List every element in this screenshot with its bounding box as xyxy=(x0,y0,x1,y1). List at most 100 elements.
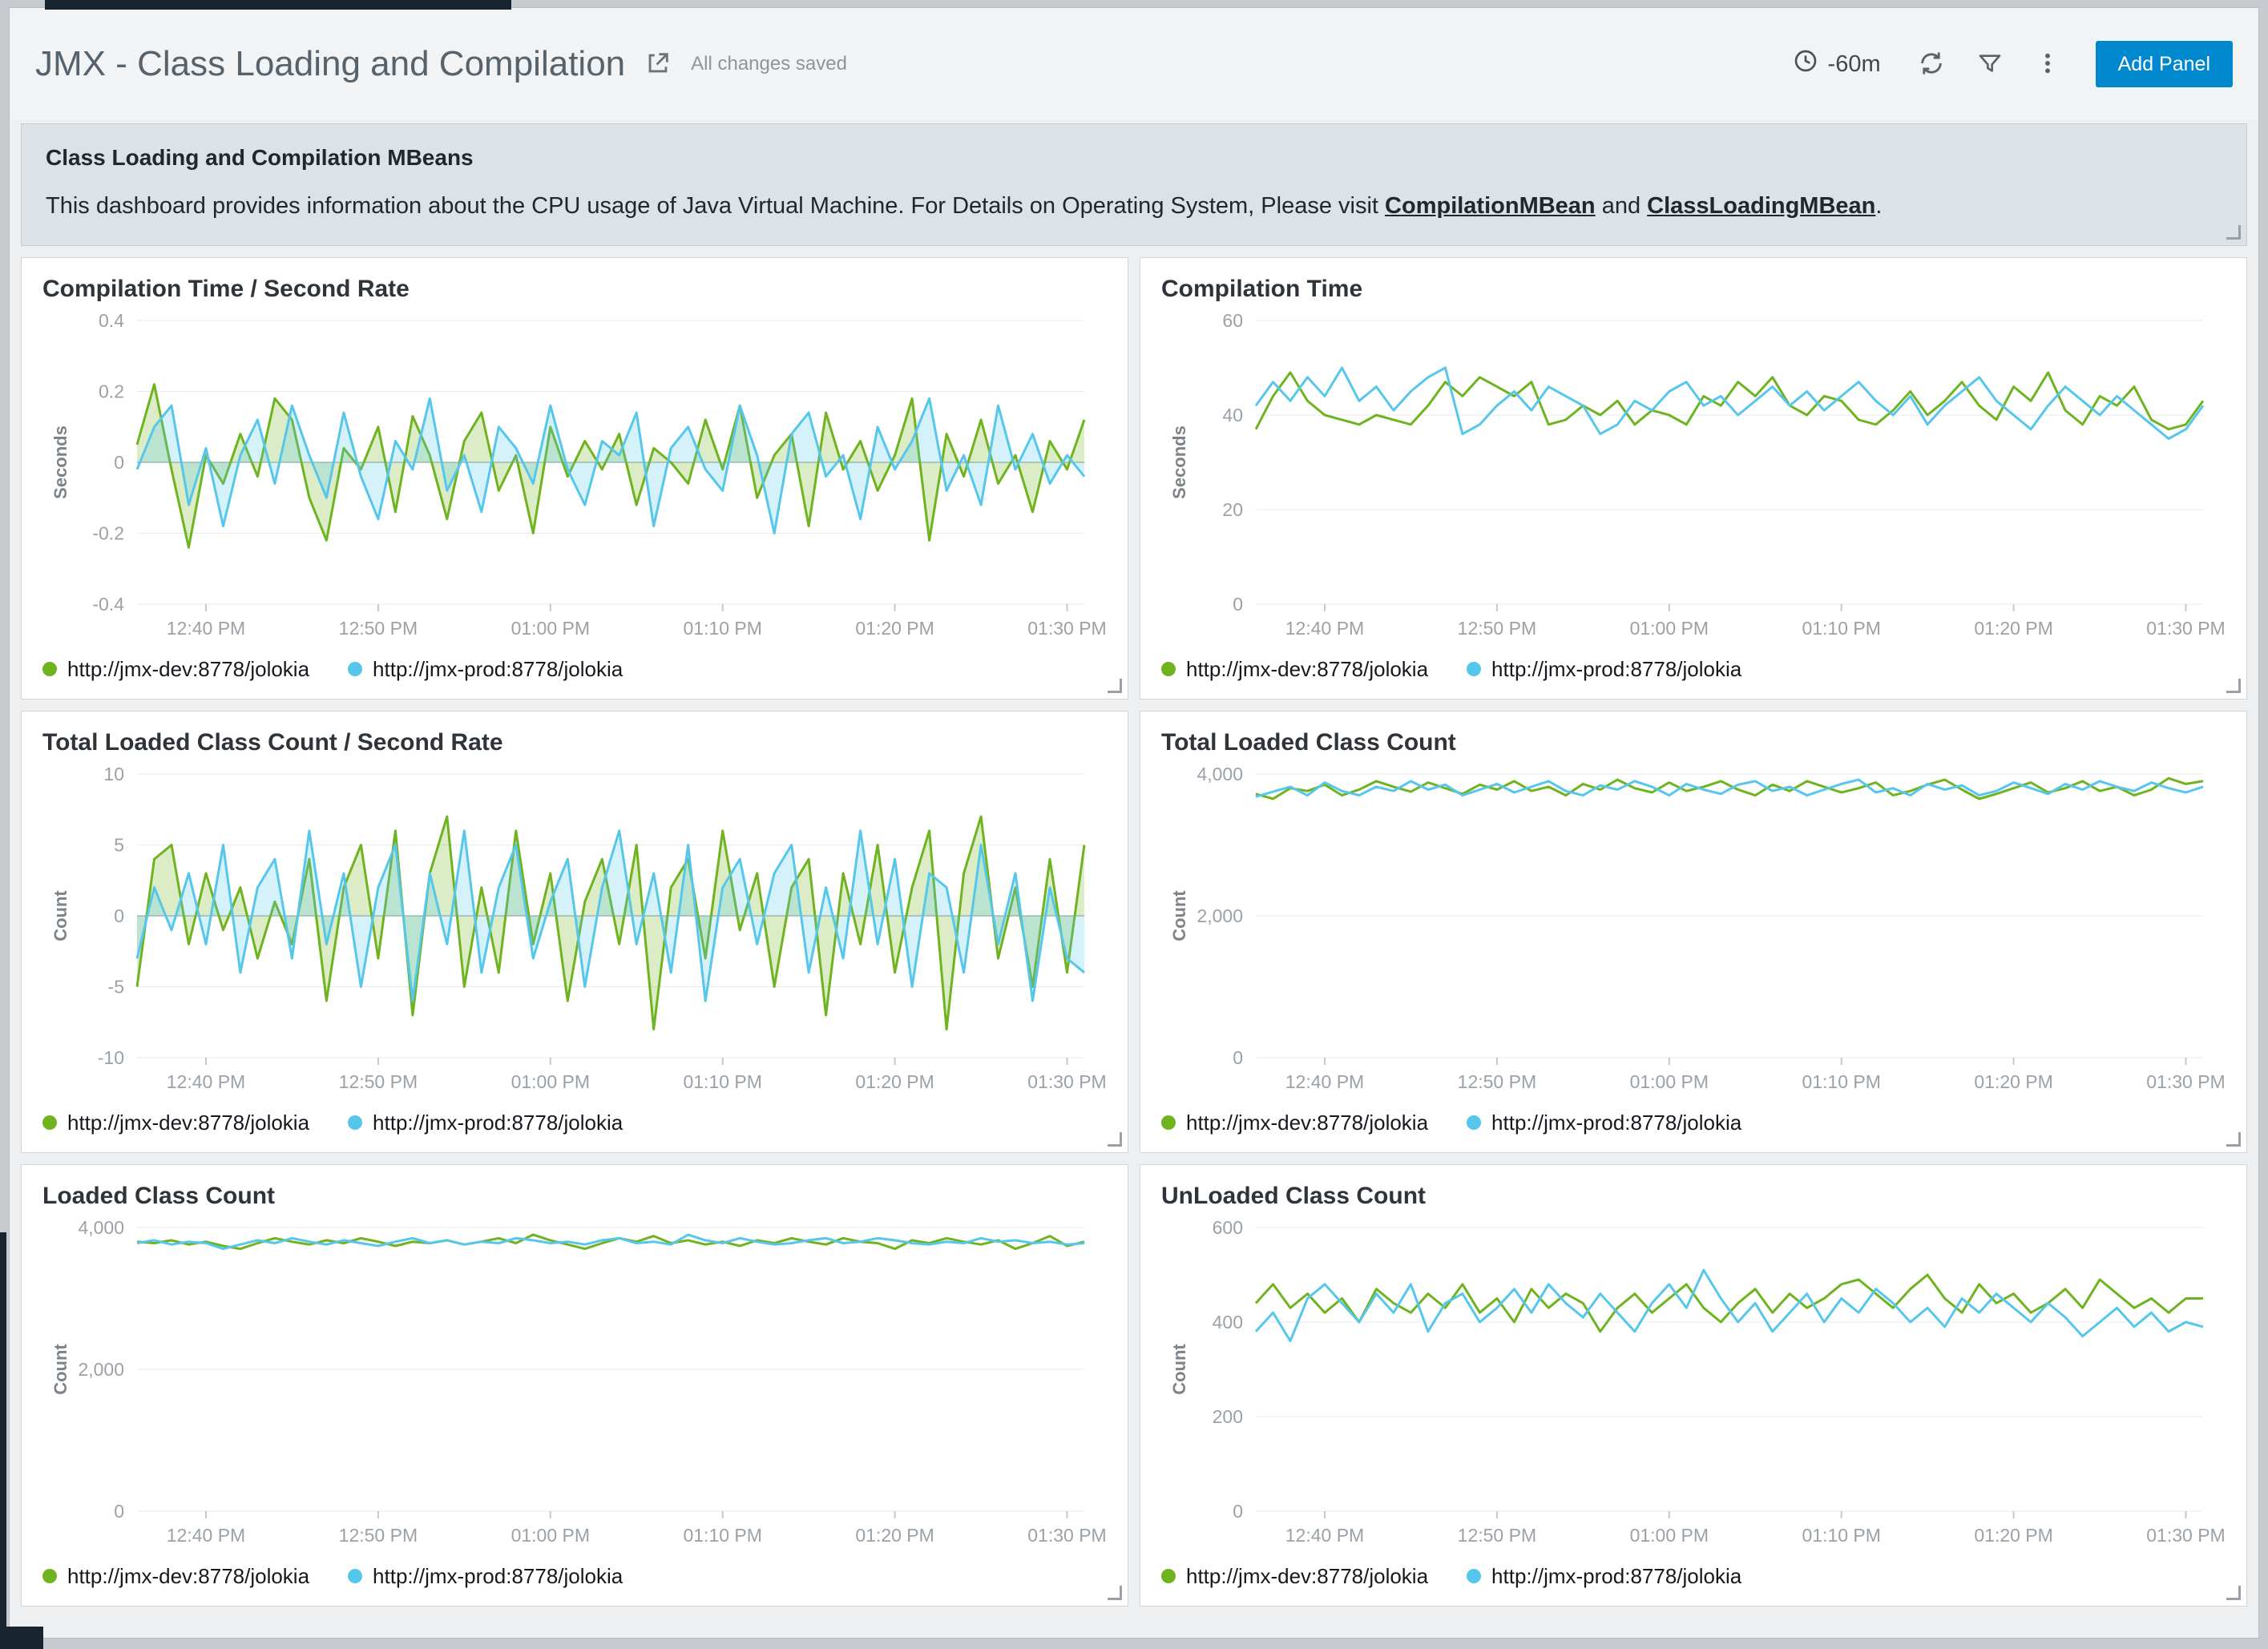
info-banner: Class Loading and Compilation MBeans Thi… xyxy=(21,123,2247,246)
series-color-dot xyxy=(1161,1569,1176,1583)
svg-text:01:30 PM: 01:30 PM xyxy=(2146,618,2225,639)
legend-item-prod[interactable]: http://jmx-prod:8778/jolokia xyxy=(348,1111,623,1135)
series-color-dot xyxy=(42,1569,57,1583)
svg-text:20: 20 xyxy=(1222,499,1243,520)
legend-item-dev[interactable]: http://jmx-dev:8778/jolokia xyxy=(42,657,309,682)
line-chart[interactable]: -0.4-0.200.20.412:40 PM12:50 PM01:00 PM0… xyxy=(42,306,1107,647)
legend-item-dev[interactable]: http://jmx-dev:8778/jolokia xyxy=(1161,1111,1428,1135)
svg-text:2,000: 2,000 xyxy=(1197,905,1243,926)
chart-legend: http://jmx-dev:8778/jolokia http://jmx-p… xyxy=(42,1101,1107,1144)
svg-text:12:40 PM: 12:40 PM xyxy=(1285,1525,1364,1546)
svg-text:01:00 PM: 01:00 PM xyxy=(1630,618,1709,639)
svg-text:01:10 PM: 01:10 PM xyxy=(1802,1525,1880,1546)
svg-text:Seconds: Seconds xyxy=(50,425,71,499)
series-color-dot xyxy=(1161,662,1176,676)
svg-text:01:30 PM: 01:30 PM xyxy=(2146,1525,2225,1546)
line-chart[interactable]: 020406012:40 PM12:50 PM01:00 PM01:10 PM0… xyxy=(1161,306,2226,647)
resize-handle[interactable] xyxy=(1108,1586,1122,1600)
svg-text:Count: Count xyxy=(1169,890,1189,941)
svg-text:12:40 PM: 12:40 PM xyxy=(1285,1071,1364,1092)
resize-handle[interactable] xyxy=(1108,1132,1122,1147)
svg-text:01:00 PM: 01:00 PM xyxy=(511,618,590,639)
panel-compilation-time: Compilation Time 020406012:40 PM12:50 PM… xyxy=(1140,257,2247,700)
svg-text:0.4: 0.4 xyxy=(99,310,124,331)
legend-item-prod[interactable]: http://jmx-prod:8778/jolokia xyxy=(348,657,623,682)
svg-text:01:20 PM: 01:20 PM xyxy=(855,1525,934,1546)
resize-handle[interactable] xyxy=(2226,1132,2241,1147)
svg-text:600: 600 xyxy=(1213,1217,1243,1238)
legend-item-dev[interactable]: http://jmx-dev:8778/jolokia xyxy=(1161,657,1428,682)
time-range-button[interactable]: -60m xyxy=(1788,47,1886,81)
svg-text:01:10 PM: 01:10 PM xyxy=(683,1071,761,1092)
banner-text-after: . xyxy=(1875,193,1882,219)
legend-label: http://jmx-dev:8778/jolokia xyxy=(1186,657,1428,682)
svg-text:01:10 PM: 01:10 PM xyxy=(1802,618,1880,639)
resize-handle[interactable] xyxy=(2226,1586,2241,1600)
series-color-dot xyxy=(42,662,57,676)
svg-text:01:10 PM: 01:10 PM xyxy=(683,618,761,639)
svg-text:0: 0 xyxy=(1233,1047,1243,1068)
panel-unloaded-class-count: UnLoaded Class Count 020040060012:40 PM1… xyxy=(1140,1164,2247,1607)
share-dashboard-button[interactable] xyxy=(644,50,672,79)
legend-item-prod[interactable]: http://jmx-prod:8778/jolokia xyxy=(1467,1564,1741,1589)
resize-handle[interactable] xyxy=(2226,679,2241,693)
line-chart[interactable]: -10-5051012:40 PM12:50 PM01:00 PM01:10 P… xyxy=(42,760,1107,1101)
legend-item-prod[interactable]: http://jmx-prod:8778/jolokia xyxy=(348,1564,623,1589)
legend-label: http://jmx-dev:8778/jolokia xyxy=(67,1111,309,1135)
svg-text:0: 0 xyxy=(1233,1501,1243,1522)
legend-item-prod[interactable]: http://jmx-prod:8778/jolokia xyxy=(1467,657,1741,682)
series-color-dot xyxy=(348,1115,362,1130)
svg-text:01:30 PM: 01:30 PM xyxy=(2146,1071,2225,1092)
svg-text:12:40 PM: 12:40 PM xyxy=(1285,618,1364,639)
svg-text:01:00 PM: 01:00 PM xyxy=(1630,1071,1709,1092)
svg-text:01:20 PM: 01:20 PM xyxy=(855,1071,934,1092)
legend-item-dev[interactable]: http://jmx-dev:8778/jolokia xyxy=(1161,1564,1428,1589)
panel-loaded-class-count: Loaded Class Count 02,0004,00012:40 PM12… xyxy=(21,1164,1128,1607)
resize-handle[interactable] xyxy=(1108,679,1122,693)
app-edge-artifact-top xyxy=(45,0,511,10)
classloading-mbean-link[interactable]: ClassLoadingMBean xyxy=(1647,193,1875,219)
compilation-mbean-link[interactable]: CompilationMBean xyxy=(1385,193,1596,219)
legend-item-dev[interactable]: http://jmx-dev:8778/jolokia xyxy=(42,1111,309,1135)
banner-text-between: and xyxy=(1596,193,1648,219)
legend-label: http://jmx-dev:8778/jolokia xyxy=(67,657,309,682)
svg-text:0: 0 xyxy=(114,905,124,926)
export-icon xyxy=(644,50,672,79)
svg-text:01:30 PM: 01:30 PM xyxy=(1027,1525,1106,1546)
line-chart[interactable]: 02,0004,00012:40 PM12:50 PM01:00 PM01:10… xyxy=(42,1213,1107,1554)
panel-title: Total Loaded Class Count xyxy=(1161,729,2226,756)
series-color-dot xyxy=(1161,1115,1176,1130)
panel-title: UnLoaded Class Count xyxy=(1161,1183,2226,1210)
chart-legend: http://jmx-dev:8778/jolokia http://jmx-p… xyxy=(1161,1554,2226,1598)
svg-text:01:20 PM: 01:20 PM xyxy=(855,618,934,639)
filter-button[interactable] xyxy=(1977,50,2003,79)
svg-text:01:00 PM: 01:00 PM xyxy=(511,1525,590,1546)
svg-text:12:40 PM: 12:40 PM xyxy=(167,1071,245,1092)
line-chart[interactable]: 020040060012:40 PM12:50 PM01:00 PM01:10 … xyxy=(1161,1213,2226,1554)
banner-heading: Class Loading and Compilation MBeans xyxy=(46,145,2222,171)
legend-item-prod[interactable]: http://jmx-prod:8778/jolokia xyxy=(1467,1111,1741,1135)
series-color-dot xyxy=(348,1569,362,1583)
svg-text:12:50 PM: 12:50 PM xyxy=(1458,1525,1536,1546)
legend-label: http://jmx-prod:8778/jolokia xyxy=(1491,657,1741,682)
legend-label: http://jmx-prod:8778/jolokia xyxy=(373,1111,623,1135)
dashboard-page: JMX - Class Loading and Compilation All … xyxy=(10,8,2258,1638)
svg-text:Count: Count xyxy=(50,1344,71,1395)
svg-text:40: 40 xyxy=(1222,405,1243,425)
svg-text:Seconds: Seconds xyxy=(1169,425,1189,499)
line-chart[interactable]: 02,0004,00012:40 PM12:50 PM01:00 PM01:10… xyxy=(1161,760,2226,1101)
legend-label: http://jmx-prod:8778/jolokia xyxy=(373,657,623,682)
svg-text:12:40 PM: 12:40 PM xyxy=(167,1525,245,1546)
resize-handle[interactable] xyxy=(2226,225,2241,240)
save-status: All changes saved xyxy=(691,53,847,75)
svg-text:0: 0 xyxy=(114,452,124,473)
more-options-button[interactable] xyxy=(2035,50,2060,79)
app-edge-artifact-left xyxy=(0,1232,6,1649)
svg-text:10: 10 xyxy=(103,764,124,784)
chart-legend: http://jmx-dev:8778/jolokia http://jmx-p… xyxy=(42,1554,1107,1598)
add-panel-button[interactable]: Add Panel xyxy=(2096,41,2233,87)
clock-icon xyxy=(1793,48,1818,80)
refresh-button[interactable] xyxy=(1918,50,1945,79)
svg-text:12:50 PM: 12:50 PM xyxy=(1458,618,1536,639)
legend-item-dev[interactable]: http://jmx-dev:8778/jolokia xyxy=(42,1564,309,1589)
